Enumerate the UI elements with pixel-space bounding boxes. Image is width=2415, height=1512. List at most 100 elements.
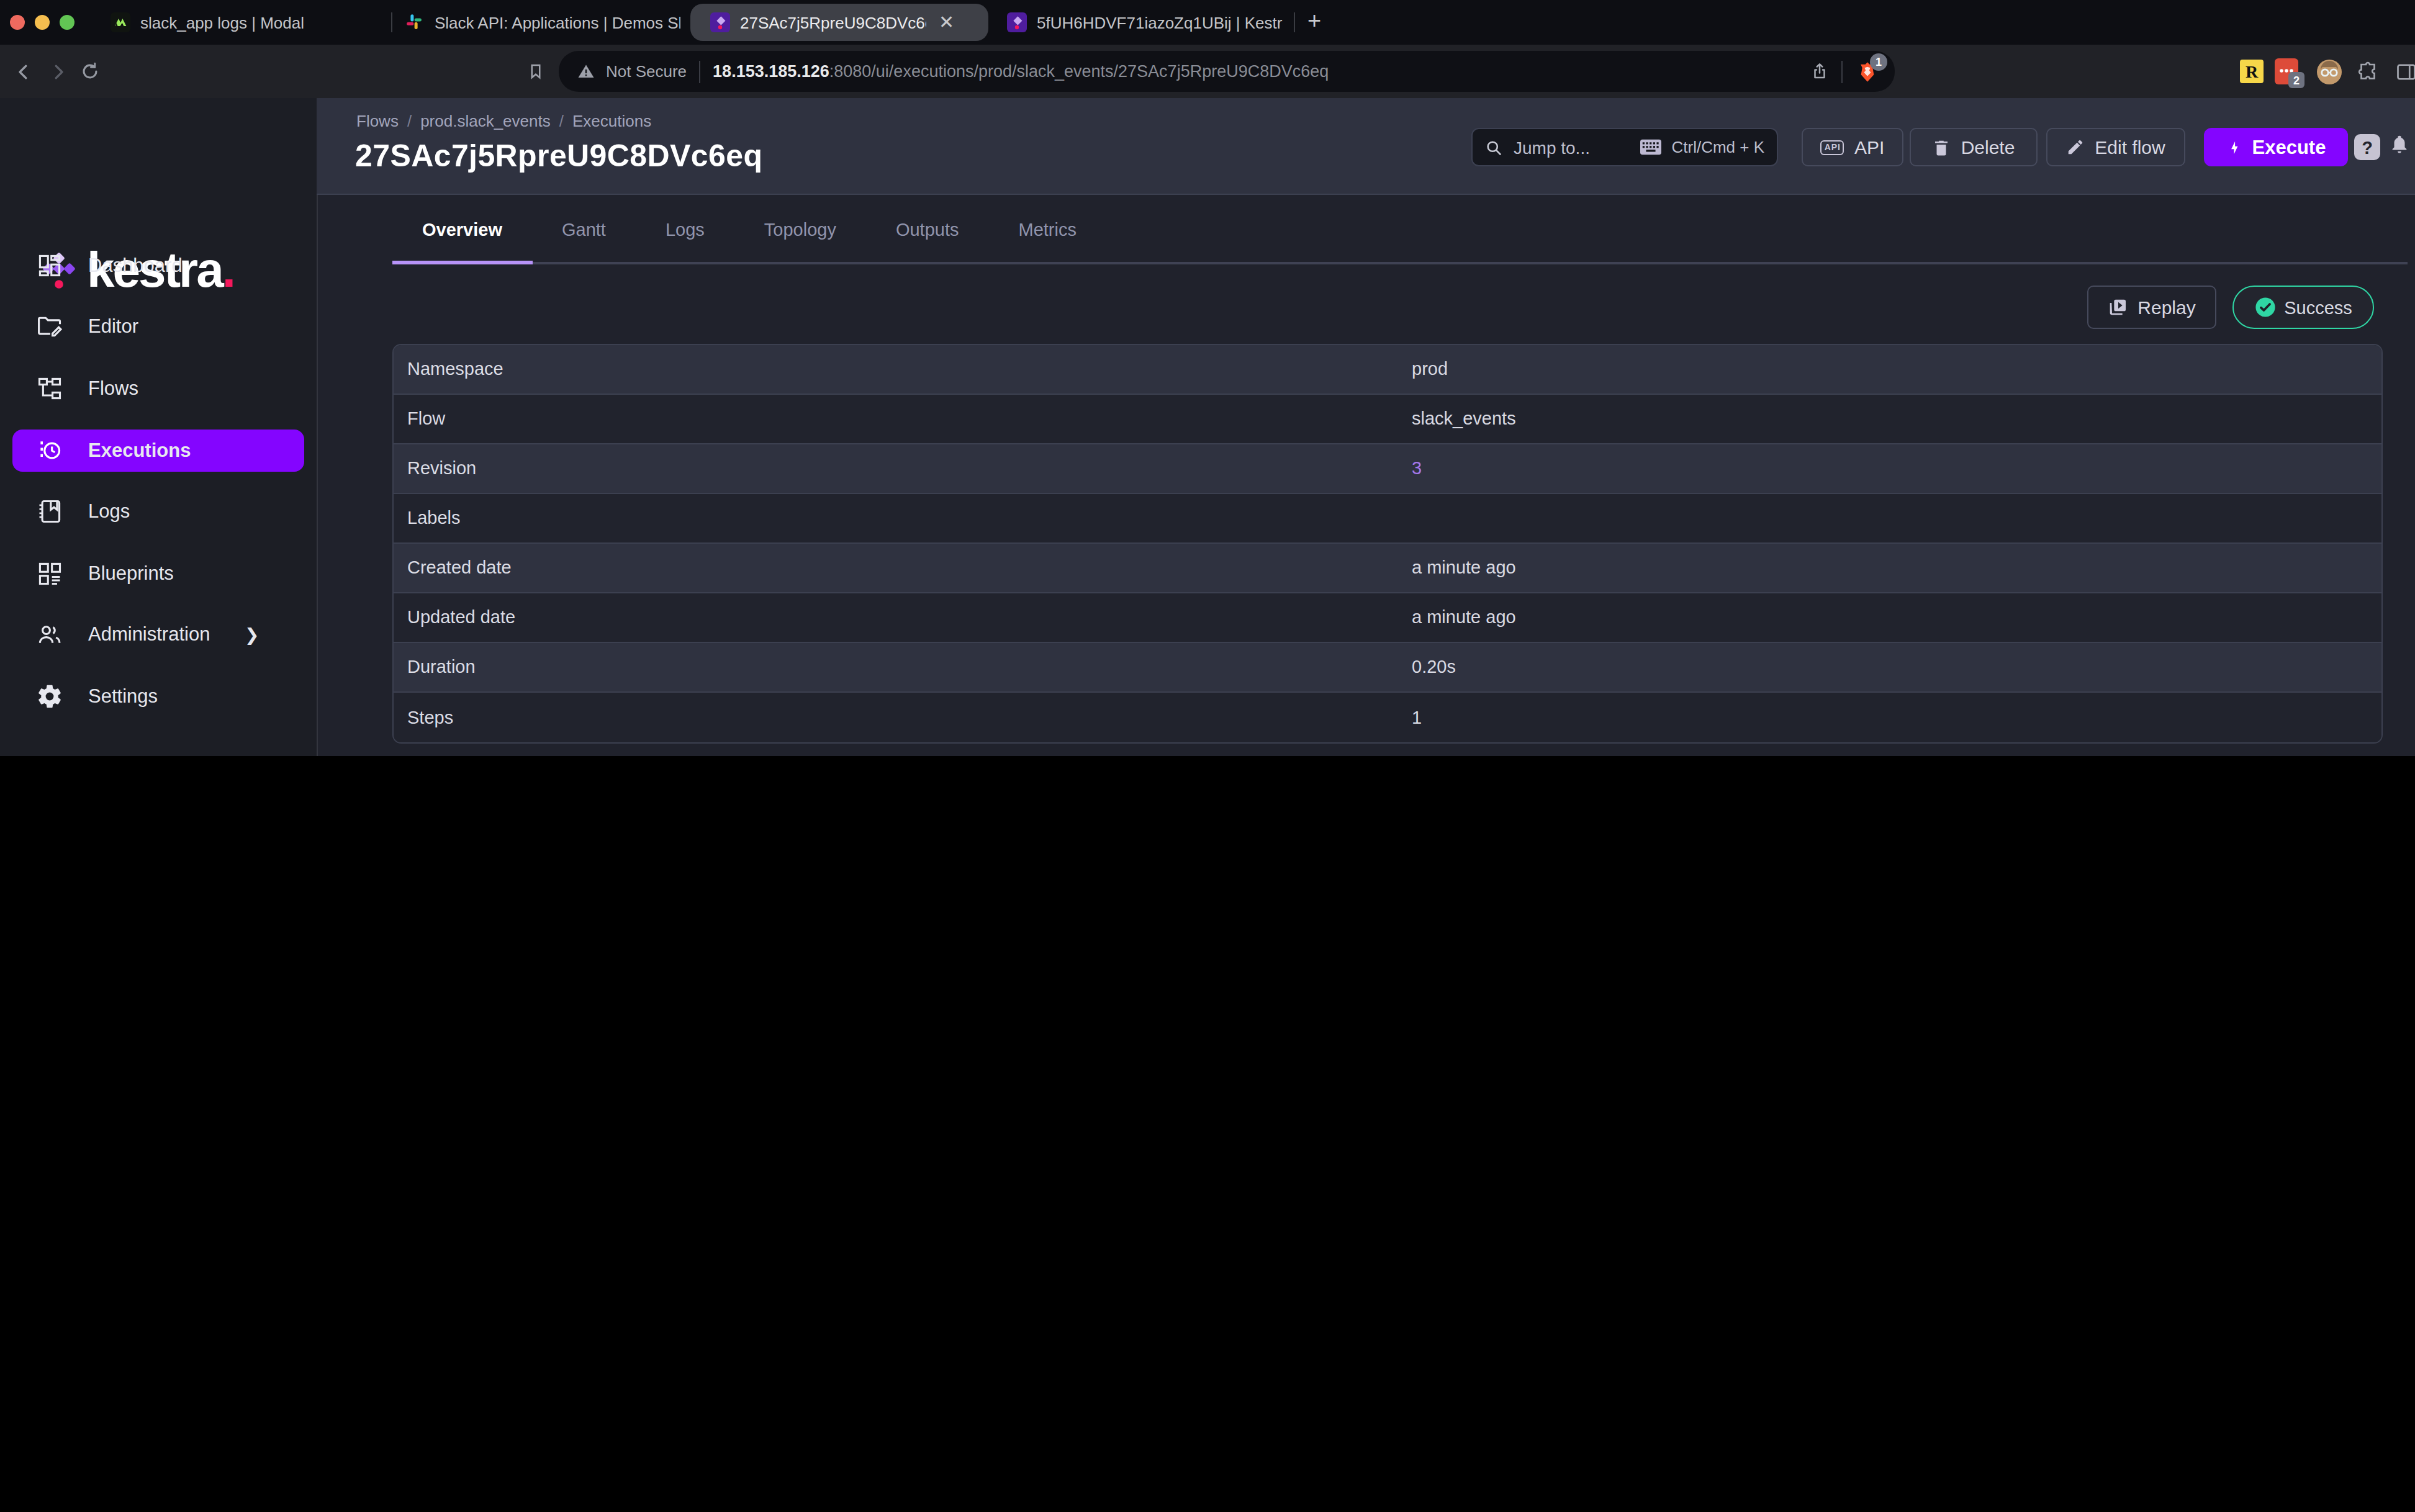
page-title: 27SAc7j5RpreU9C8DVc6eq	[355, 138, 762, 174]
editor-icon	[36, 313, 63, 341]
blueprints-icon	[36, 560, 63, 587]
svg-text:R: R	[2246, 62, 2259, 81]
page-tabs: OverviewGanttLogsTopologyOutputsMetrics	[392, 195, 2408, 264]
modal-favicon	[111, 12, 130, 32]
sidebar-item-label: Blueprints	[88, 562, 174, 585]
page-header: Flows/prod.slack_events/Executions 27SAc…	[317, 98, 2415, 195]
bell-icon[interactable]	[2389, 133, 2410, 156]
extension-password-icon[interactable]: 2	[2275, 45, 2298, 98]
success-check-icon	[2254, 297, 2275, 318]
slack-favicon	[405, 12, 425, 32]
bookmark-icon[interactable]	[526, 45, 545, 98]
tab-title: slack_app logs | Modal	[140, 13, 304, 32]
reload-icon[interactable]	[79, 45, 101, 98]
not-secure-icon	[576, 62, 596, 81]
main-panel: Flows/prod.slack_events/Executions 27SAc…	[317, 98, 2415, 756]
overview-row-revision: Revision3	[394, 444, 2381, 493]
edit-flow-button[interactable]: Edit flow	[2046, 128, 2185, 166]
sidebar-item-flows[interactable]: Flows	[0, 358, 317, 419]
sidebar-item-administration[interactable]: Administration ❯	[0, 604, 317, 665]
browser-tab-modal[interactable]: slack_app logs | Modal	[111, 0, 379, 45]
overview-row-updated-date: Updated datea minute ago	[394, 593, 2381, 642]
kestra-app: kestra. DashboardEditorFlowsExecutionsLo…	[0, 98, 2415, 756]
traffic-light-minimize[interactable]	[35, 15, 50, 30]
overview-row-steps: Steps1	[394, 692, 2381, 742]
tab-metrics[interactable]: Metrics	[989, 195, 1106, 264]
jump-shortcut: Ctrl/Cmd + K	[1671, 138, 1764, 156]
address-bar[interactable]: Not Secure 18.153.185.126:8080/ui/execut…	[559, 51, 1895, 92]
executions-icon	[36, 436, 63, 464]
extension-r-icon[interactable]: R	[2240, 45, 2264, 98]
new-tab-button[interactable]: +	[1307, 7, 1321, 35]
sidebar-item-editor[interactable]: Editor	[0, 296, 317, 358]
security-label: Not Secure	[606, 62, 687, 81]
brave-shields-icon[interactable]: 1	[1855, 58, 1880, 85]
back-icon[interactable]	[12, 45, 35, 98]
replay-icon	[2108, 297, 2128, 317]
sidebar-item-settings[interactable]: Settings	[0, 665, 317, 727]
forward-icon[interactable]	[47, 45, 70, 98]
sidebar-panel-icon[interactable]	[2395, 45, 2415, 98]
dashboard-icon	[36, 252, 63, 279]
logs-icon	[36, 498, 63, 525]
chevron-right-icon: ❯	[245, 625, 259, 645]
status-badge[interactable]: Success	[2232, 286, 2374, 329]
api-icon: API	[1821, 140, 1844, 155]
sidebar-item-label: Administration	[88, 624, 210, 646]
execution-overview-table: NamespaceprodFlowslack_eventsRevision3La…	[392, 343, 2383, 743]
browser-tab-kestra2[interactable]: 5fUH6HDVF71iazoZq1UBij | Kestra	[1007, 0, 1283, 45]
tab-outputs[interactable]: Outputs	[866, 195, 989, 264]
search-icon	[1485, 138, 1502, 156]
sidebar-menu: Dashboard Editor Flows Executions Logs Bluepr…	[0, 235, 317, 727]
share-icon[interactable]	[1810, 61, 1829, 82]
administration-icon	[36, 621, 63, 649]
sidebar-item-label: Flows	[88, 377, 138, 400]
tab-title: 27SAc7j5RpreU9C8DVc6eq |	[740, 13, 926, 32]
kestra-favicon	[710, 12, 730, 32]
jump-to-search[interactable]: Jump to... Ctrl/Cmd + K	[1471, 128, 1778, 166]
help-button[interactable]: ?	[2354, 134, 2380, 160]
extensions-puzzle-icon[interactable]	[2357, 45, 2379, 98]
keyboard-icon	[1640, 139, 1661, 155]
sidebar-item-dashboard[interactable]: Dashboard	[0, 235, 317, 296]
sidebar-item-label: Executions	[88, 439, 191, 461]
breadcrumb-executions[interactable]: Executions	[572, 112, 651, 130]
replay-button[interactable]: Replay	[2087, 286, 2216, 329]
avatar-extension-icon[interactable]	[2317, 45, 2342, 98]
tab-logs[interactable]: Logs	[636, 195, 734, 264]
kestra-favicon	[1007, 12, 1027, 32]
sidebar-item-logs[interactable]: Logs	[0, 481, 317, 542]
close-tab-icon[interactable]: ✕	[936, 11, 957, 34]
tab-topology[interactable]: Topology	[734, 195, 866, 264]
api-button[interactable]: API API	[1802, 128, 1903, 166]
browser-tab-slack[interactable]: Slack API: Applications | Demos Sl	[405, 0, 680, 45]
browser-tab-bar: slack_app logs | Modal Slack API: Applic…	[0, 0, 2415, 45]
delete-button[interactable]: Delete	[1910, 128, 2038, 166]
sidebar-item-label: Settings	[88, 685, 158, 708]
url-text: 18.153.185.126:8080/ui/executions/prod/s…	[713, 62, 1329, 81]
sidebar-item-executions[interactable]: Executions	[0, 420, 317, 481]
sidebar-item-label: Logs	[88, 500, 130, 523]
tab-overview[interactable]: Overview	[392, 195, 532, 264]
overview-row-labels: Labels	[394, 493, 2381, 543]
actions-row: Replay Success	[317, 286, 2415, 329]
trash-icon	[1933, 137, 1951, 157]
traffic-light-close[interactable]	[10, 15, 25, 30]
pencil-icon	[2066, 138, 2085, 156]
sidebar-item-blueprints[interactable]: Blueprints	[0, 542, 317, 604]
browser-tab-active[interactable]: 27SAc7j5RpreU9C8DVc6eq | ✕	[690, 4, 988, 41]
sidebar-item-label: Editor	[88, 316, 138, 338]
tab-title: Slack API: Applications | Demos Sl	[435, 13, 680, 32]
traffic-light-zoom[interactable]	[60, 15, 74, 30]
breadcrumb-flows[interactable]: Flows	[356, 112, 399, 130]
browser-toolbar: Not Secure 18.153.185.126:8080/ui/execut…	[0, 45, 2415, 98]
breadcrumb: Flows/prod.slack_events/Executions	[356, 112, 651, 130]
breadcrumb-namespace[interactable]: prod.slack_events	[420, 112, 551, 130]
brave-badge: 1	[1870, 53, 1887, 70]
tab-gantt[interactable]: Gantt	[532, 195, 636, 264]
tab-title: 5fUH6HDVF71iazoZq1UBij | Kestra	[1037, 13, 1283, 32]
screen: slack_app logs | Modal Slack API: Applic…	[0, 0, 2415, 756]
sidebar: kestra. DashboardEditorFlowsExecutionsLo…	[0, 98, 318, 756]
jump-placeholder: Jump to...	[1514, 137, 1590, 157]
execute-button[interactable]: Execute	[2204, 128, 2348, 166]
